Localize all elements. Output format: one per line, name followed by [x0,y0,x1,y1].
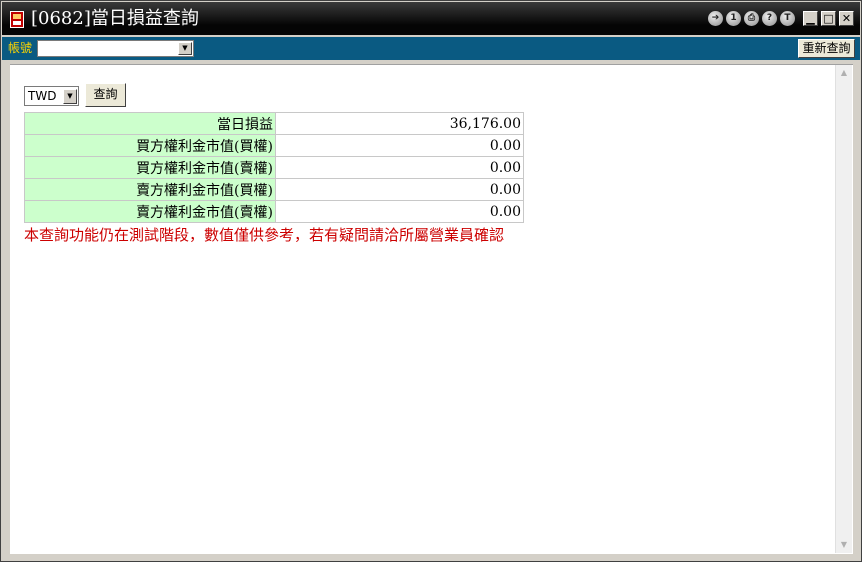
account-combobox[interactable]: ▼ [37,40,194,57]
table-row: 買方權利金市值(買權) 0.00 [24,134,524,157]
currency-select[interactable]: TWD ▼ [24,86,79,106]
row-label: 賣方權利金市值(買權) [24,178,276,201]
row-label: 當日損益 [24,112,276,135]
print-icon[interactable]: ⎙ [744,11,759,26]
row-value: 0.00 [275,178,524,201]
table-row: 買方權利金市值(賣權) 0.00 [24,156,524,179]
app-window: [0682]當日損益查詢 ➔ 1 ⎙ ? T ▁ □ ✕ 帳號 ▼ 重新查詢 T… [0,0,862,562]
app-logo-icon[interactable] [10,11,24,28]
row-value: 0.00 [275,200,524,223]
help-icon[interactable]: ? [762,11,777,26]
scroll-up-icon[interactable]: ▲ [836,65,852,81]
row-value: 0.00 [275,134,524,157]
chevron-down-icon[interactable]: ▼ [178,42,192,55]
row-label: 賣方權利金市值(賣權) [24,200,276,223]
chevron-down-icon[interactable]: ▼ [63,89,77,104]
row-label: 買方權利金市值(賣權) [24,156,276,179]
title-bar[interactable]: [0682]當日損益查詢 ➔ 1 ⎙ ? T ▁ □ ✕ [2,2,860,35]
currency-value: TWD [28,89,57,103]
window-title: [0682]當日損益查詢 [31,8,199,29]
forward-icon[interactable]: ➔ [708,11,723,26]
minimize-button[interactable]: ▁ [803,11,818,26]
vertical-scrollbar[interactable]: ▲ ▼ [835,65,852,553]
row-value: 0.00 [275,156,524,179]
info-icon[interactable]: 1 [726,11,741,26]
content-panel: TWD ▼ 查詢 當日損益 36,176.00 買方權利金市值(買權) 0.00… [10,64,853,554]
table-row: 賣方權利金市值(賣權) 0.00 [24,200,524,223]
query-button[interactable]: 查詢 [85,83,126,107]
close-button[interactable]: ✕ [839,11,854,26]
account-bar: 帳號 ▼ 重新查詢 [2,37,860,60]
table-row: 當日損益 36,176.00 [24,112,524,135]
reload-query-button[interactable]: 重新查詢 [798,39,855,58]
maximize-button[interactable]: □ [821,11,836,26]
disclaimer-notice: 本查詢功能仍在測試階段，數值僅供參考，若有疑問請洽所屬營業員確認 [24,226,505,244]
title-button-group: ➔ 1 ⎙ ? T ▁ □ ✕ [705,11,854,26]
t-icon[interactable]: T [780,11,795,26]
table-row: 賣方權利金市值(買權) 0.00 [24,178,524,201]
account-label: 帳號 [8,41,33,55]
scroll-down-icon[interactable]: ▼ [836,537,852,553]
account-input[interactable] [38,41,178,56]
pl-table: 當日損益 36,176.00 買方權利金市值(買權) 0.00 買方權利金市值(… [24,112,524,223]
row-value: 36,176.00 [275,112,524,135]
row-label: 買方權利金市值(買權) [24,134,276,157]
